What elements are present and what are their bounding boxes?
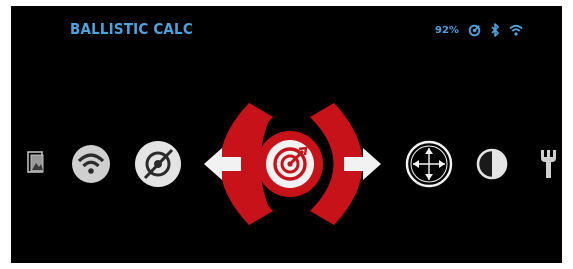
device-screen: BALLISTIC CALC 92% (11, 6, 562, 263)
wifi-settings-icon[interactable] (72, 145, 110, 183)
reticle-icon[interactable] (405, 140, 453, 188)
ballistic-off-icon[interactable] (135, 141, 181, 187)
menu-carousel (27, 103, 556, 225)
ballistic-calc-icon[interactable] (257, 131, 323, 197)
brightness-icon[interactable] (476, 148, 508, 180)
gallery-icon[interactable] (27, 151, 44, 173)
tools-icon[interactable] (541, 150, 556, 178)
